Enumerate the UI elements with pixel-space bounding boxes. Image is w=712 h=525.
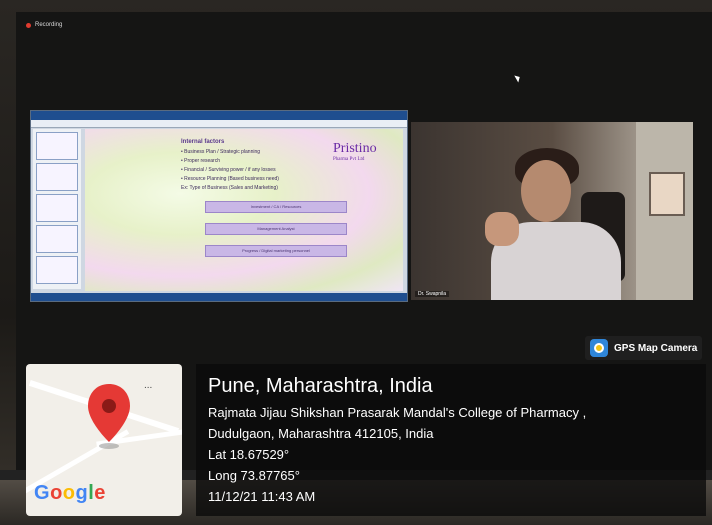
- current-slide: Internal factors • Business Plan / Strat…: [85, 129, 403, 291]
- recording-indicator: Recording: [26, 22, 62, 28]
- slide-bullet: • Financial / Surviving power / if any l…: [181, 167, 276, 173]
- slide-box: Management Analyst: [205, 223, 347, 235]
- video-wall-frame: [649, 172, 685, 216]
- gps-camera-icon: [590, 339, 608, 357]
- map-more-icon: ...: [144, 380, 153, 391]
- location-address-line1: Rajmata Jijau Shikshan Prasarak Mandal's…: [208, 405, 587, 420]
- location-info-panel: Pune, Maharashtra, India Rajmata Jijau S…: [196, 364, 706, 516]
- slide-bullet: Ex: Type of Business (Sales and Marketin…: [181, 185, 278, 191]
- slide-thumbnails: [33, 129, 81, 289]
- mouse-cursor-icon: [514, 73, 522, 83]
- participant-name: Dr. Swapnila: [415, 291, 450, 297]
- google-letter: G: [34, 482, 51, 504]
- slide-box: Investment / CA / Resources: [205, 201, 347, 213]
- participant-face: [521, 160, 571, 222]
- powerpoint-toolbar: [31, 120, 407, 128]
- slide-bullet: • Proper research: [181, 158, 220, 164]
- slide-thumbnail[interactable]: [36, 256, 78, 284]
- slide-thumbnail[interactable]: [36, 225, 78, 253]
- shared-screen: Internal factors • Business Plan / Strat…: [30, 110, 408, 302]
- participant-video: Dr. Swapnila: [411, 122, 693, 300]
- slide-bullet: • Resource Planning (Based business need…: [181, 176, 279, 182]
- location-address-line2: Dudulgaon, Maharashtra 412105, India: [208, 426, 434, 441]
- slide-thumbnail[interactable]: [36, 132, 78, 160]
- slide-box: Progress / Digital marketing personnel: [205, 245, 347, 257]
- location-datetime: 11/12/21 11:43 AM: [208, 489, 316, 504]
- gps-map-camera-badge: GPS Map Camera: [585, 336, 702, 360]
- google-letter: o: [50, 482, 63, 504]
- gps-badge-label: GPS Map Camera: [614, 342, 698, 354]
- slide-thumbnail[interactable]: [36, 194, 78, 222]
- powerpoint-ribbon: [31, 111, 407, 120]
- google-letter: g: [75, 482, 89, 504]
- pristino-logo: Pristino Pharma Pvt Ltd: [333, 141, 377, 162]
- google-letter: e: [94, 482, 106, 504]
- recording-label: Recording: [35, 22, 63, 28]
- participant-hand: [485, 212, 519, 246]
- powerpoint-statusbar: [31, 293, 407, 301]
- location-map: ... Google: [26, 364, 182, 516]
- logo-subtitle: Pharma Pvt Ltd: [333, 157, 365, 162]
- slide-title: Internal factors: [181, 139, 225, 145]
- location-latitude: Lat 18.67529°: [208, 447, 290, 462]
- map-pin-icon: [88, 384, 130, 449]
- logo-name: Pristino: [333, 141, 377, 156]
- slide-bullet: • Business Plan / Strategic planning: [181, 149, 261, 155]
- slide-thumbnail[interactable]: [36, 163, 78, 191]
- record-icon: [26, 22, 31, 28]
- location-longitude: Long 73.87765°: [208, 468, 300, 483]
- location-city: Pune, Maharashtra, India: [208, 375, 433, 397]
- google-logo: Google: [34, 482, 106, 505]
- google-letter: o: [62, 482, 76, 504]
